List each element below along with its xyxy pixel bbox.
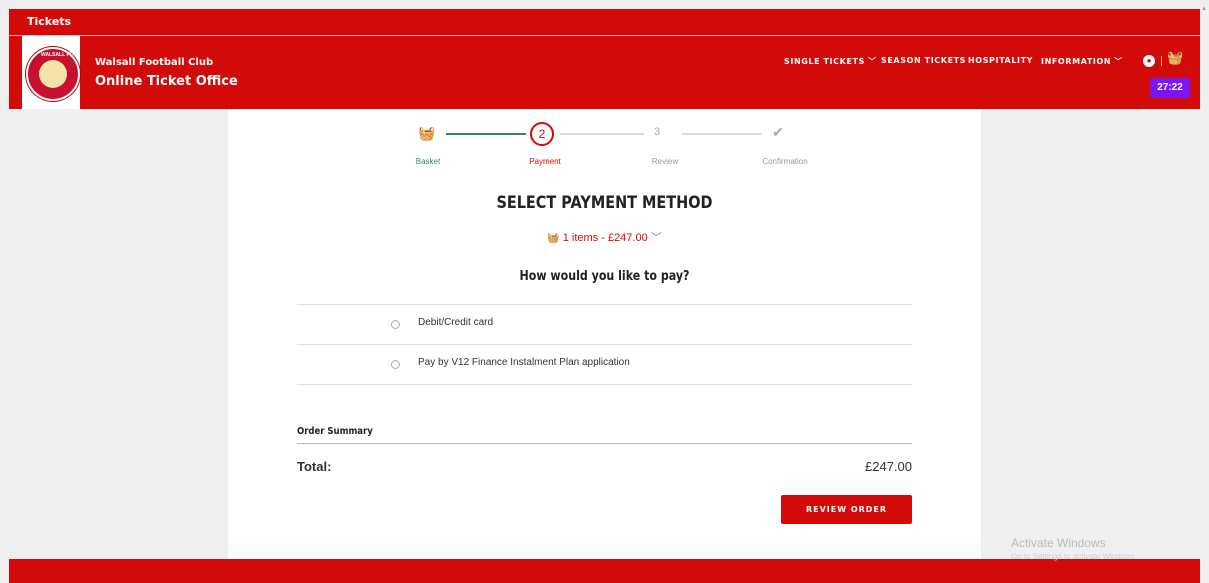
basket-icon: 🧺 [547, 233, 560, 244]
radio-finance[interactable] [391, 360, 400, 369]
activate-windows-title: Activate Windows [1011, 536, 1106, 550]
basket-step-icon: 🧺 [418, 125, 436, 141]
step-label-confirmation: Confirmation [762, 157, 808, 166]
site-header: WALSALL FC Walsall Football Club Online … [9, 36, 1200, 109]
crest-text: WALSALL FC [41, 52, 74, 58]
step-connector [560, 133, 644, 135]
header-divider [1161, 56, 1162, 66]
basket-icon[interactable]: 🧺 [1167, 50, 1183, 66]
nav-information[interactable]: INFORMATION ﹀ [1041, 56, 1123, 67]
club-crest-icon: WALSALL FC [26, 47, 80, 101]
step-label-payment: Payment [529, 157, 561, 166]
divider [297, 443, 912, 444]
payment-option-label: Debit/Credit card [418, 317, 494, 328]
nav-season-tickets[interactable]: SEASON TICKETS [881, 56, 966, 65]
chevron-down-icon: ﹀ [650, 232, 662, 244]
tickets-tab-label[interactable]: Tickets [27, 15, 71, 28]
step-connector-complete [446, 133, 526, 135]
step-connector [682, 133, 762, 135]
payment-option-card[interactable]: Debit/Credit card [297, 305, 912, 343]
chevron-down-icon: ﹀ [1114, 57, 1123, 66]
page-title: SELECT PAYMENT METHOD [496, 193, 713, 213]
club-logo[interactable]: WALSALL FC [22, 36, 80, 109]
tickets-bar: Tickets [9, 9, 1200, 36]
step-label-basket: Basket [415, 157, 441, 166]
payment-question: How would you like to pay? [519, 269, 690, 284]
session-timer: 27:22 [1150, 78, 1190, 98]
payment-option-finance[interactable]: Pay by V12 Finance Instalment Plan appli… [297, 345, 912, 383]
scroll-up-arrow-icon[interactable]: ▲ [1201, 6, 1207, 12]
divider [297, 384, 912, 385]
office-name: Online Ticket Office [95, 74, 238, 89]
payment-option-label: Pay by V12 Finance Instalment Plan appli… [418, 357, 630, 368]
basket-summary-toggle[interactable]: 🧺 1 items - £247.00 ﹀ [228, 229, 981, 245]
chevron-down-icon: ﹀ [867, 57, 877, 66]
total-label: Total: [297, 459, 332, 474]
step-review-marker: 3 [654, 126, 661, 138]
club-name: Walsall Football Club [95, 57, 214, 68]
checkout-panel: 🧺 2 3 ✔ Basket Payment Review Confirmati… [228, 109, 981, 559]
radio-card[interactable] [391, 320, 400, 329]
items-summary-text: 1 items - £247.00 [562, 232, 648, 244]
activate-windows-subtitle: Go to Settings to activate Windows. [1011, 552, 1138, 561]
check-icon: ✔ [772, 124, 784, 140]
nav-hospitality[interactable]: HOSPITALITY [968, 56, 1033, 65]
order-summary-heading: Order Summary [297, 426, 373, 437]
nav-single-tickets[interactable]: SINGLE TICKETS ﹀ [784, 56, 877, 67]
step-label-review: Review [651, 157, 679, 166]
total-value: £247.00 [865, 459, 912, 474]
step-payment-marker: 2 [530, 122, 554, 146]
review-order-button[interactable]: REVIEW ORDER [781, 495, 912, 524]
account-icon[interactable]: ● [1143, 55, 1155, 67]
footer-bar [9, 559, 1200, 583]
